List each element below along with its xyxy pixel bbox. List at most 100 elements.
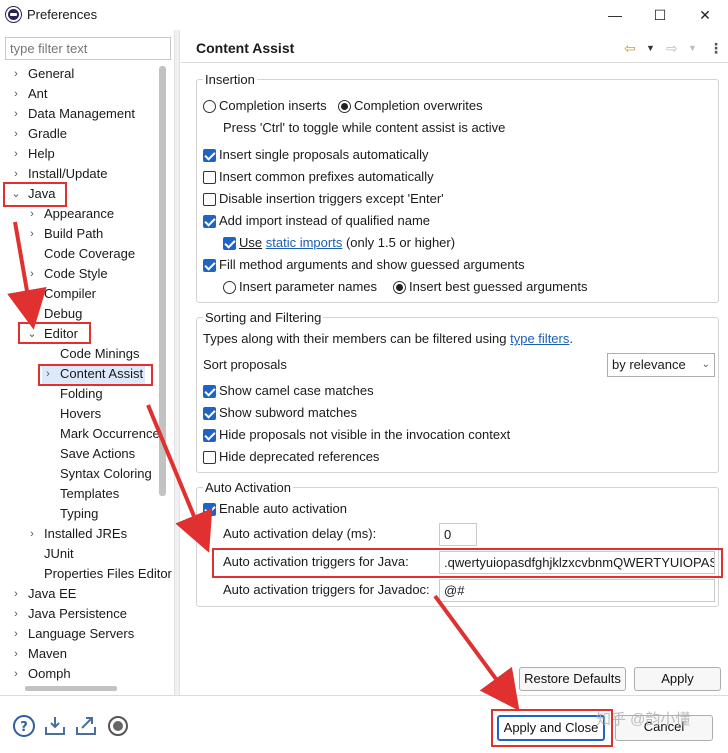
tree-item[interactable]: Syntax Coloring [42,464,154,484]
eclipse-app-icon [6,7,21,22]
back-dropdown-icon[interactable]: ▼ [646,38,655,58]
collapsed-chevron-icon[interactable]: › [10,64,22,84]
expanded-chevron-icon[interactable]: ⌄ [10,184,22,204]
tree-item[interactable]: Code Coverage [26,244,137,264]
use-static-imports-checkbox[interactable] [223,237,236,250]
tree-item[interactable]: › Oomph [10,664,73,681]
insert-best-guessed-radio[interactable] [393,281,406,294]
collapsed-chevron-icon[interactable]: › [10,664,22,681]
show-camel-checkbox[interactable] [203,385,216,398]
collapsed-chevron-icon[interactable]: › [42,364,54,384]
collapsed-chevron-icon[interactable]: › [26,264,38,284]
completion-overwrites-radio[interactable] [338,100,351,113]
tree-vertical-scrollbar[interactable] [159,66,166,496]
collapsed-chevron-icon[interactable]: › [10,604,22,624]
tree-item[interactable]: › Build Path [26,224,105,244]
filter-input[interactable] [5,37,171,60]
tree-item[interactable]: › Data Management [10,104,137,124]
minimize-button[interactable]: — [592,3,638,27]
tree-item[interactable]: › Installed JREs [26,524,129,544]
tree-item[interactable]: › Compiler [26,284,98,304]
collapsed-chevron-icon[interactable]: › [26,284,38,304]
completion-overwrites-label: Completion overwrites [354,98,483,113]
type-filters-text: Types along with their members can be fi… [203,331,573,347]
auto-activation-group-label: Auto Activation [203,480,293,495]
javadoc-triggers-input[interactable]: @# [439,579,715,602]
collapsed-chevron-icon[interactable]: › [10,624,22,644]
collapsed-chevron-icon[interactable]: › [10,124,22,144]
tree-item[interactable]: › Debug [26,304,84,324]
tree-item[interactable]: › Maven [10,644,69,664]
collapsed-chevron-icon[interactable]: › [10,584,22,604]
tree-item[interactable]: Properties Files Editor [26,564,174,584]
export-icon[interactable] [74,714,98,738]
collapsed-chevron-icon[interactable]: › [26,224,38,244]
forward-arrow-icon[interactable]: ⇨ [666,38,678,58]
tree-item[interactable]: › Code Style [26,264,110,284]
completion-inserts-radio[interactable] [203,100,216,113]
tree-item[interactable]: Save Actions [42,444,137,464]
tree-item[interactable]: › General [10,64,76,84]
svg-text:?: ? [20,720,28,735]
apply-and-close-button[interactable]: Apply and Close [497,715,605,741]
delay-input[interactable]: 0 [439,523,477,546]
collapsed-chevron-icon[interactable]: › [10,164,22,184]
close-button[interactable]: ✕ [682,3,728,27]
tree-item[interactable]: Code Minings [42,344,142,364]
static-imports-link[interactable]: static imports [266,235,343,250]
tree-item[interactable]: ⌄ Java [10,184,57,204]
tree-item-label: Content Assist [60,366,144,381]
add-import-checkbox[interactable] [203,215,216,228]
collapsed-chevron-icon[interactable]: › [26,304,38,324]
preference-tree: › General › Ant › Data Management › Gradle › Help… [0,64,174,681]
help-icon[interactable]: ? [12,714,36,738]
sort-proposals-select[interactable]: by relevance ⌄ [607,353,715,377]
type-filters-link[interactable]: type filters [510,331,569,346]
tree-item[interactable]: Templates [42,484,121,504]
tree-item[interactable]: › Appearance [26,204,116,224]
tree-horizontal-scrollbar[interactable] [25,686,117,691]
collapsed-chevron-icon[interactable]: › [26,204,38,224]
tree-item[interactable]: Folding [42,384,105,404]
pane-splitter[interactable] [174,30,180,695]
disable-triggers-checkbox[interactable] [203,193,216,206]
back-arrow-icon[interactable]: ⇦ [624,38,636,58]
tree-item[interactable]: › Language Servers [10,624,136,644]
show-subword-checkbox[interactable] [203,407,216,420]
insert-param-names-radio[interactable] [223,281,236,294]
java-triggers-input[interactable]: .qwertyuiopasdfghjklzxcvbnmQWERTYUIOPASD… [439,551,715,574]
tree-item[interactable]: › Ant [10,84,50,104]
tree-item[interactable]: JUnit [26,544,76,564]
tree-item[interactable]: › Install/Update [10,164,110,184]
use-label: Use [239,235,263,250]
apply-button[interactable]: Apply [634,667,721,691]
fill-method-checkbox[interactable] [203,259,216,272]
insert-common-checkbox[interactable] [203,171,216,184]
forward-dropdown-icon[interactable]: ▼ [688,38,697,58]
restore-defaults-button[interactable]: Restore Defaults [519,667,626,691]
tree-item[interactable]: › Help [10,144,57,164]
expanded-chevron-icon[interactable]: ⌄ [26,324,38,344]
tree-item[interactable]: Hovers [42,404,103,424]
collapsed-chevron-icon[interactable]: › [10,104,22,124]
collapsed-chevron-icon[interactable]: › [10,84,22,104]
tree-item-label: Maven [28,646,68,661]
import-icon[interactable] [43,714,67,738]
more-menu-icon[interactable]: ⋮ [709,38,723,58]
maximize-button[interactable]: ☐ [637,3,683,27]
tree-item[interactable]: › Gradle [10,124,69,144]
tree-item[interactable]: › Java EE [10,584,78,604]
hide-deprecated-checkbox[interactable] [203,451,216,464]
tree-item[interactable]: › Content Assist [42,364,146,384]
collapsed-chevron-icon[interactable]: › [10,144,22,164]
tree-item[interactable]: Mark Occurrences [42,424,168,444]
insert-single-checkbox[interactable] [203,149,216,162]
tree-item[interactable]: › Java Persistence [10,604,129,624]
enable-auto-activation-checkbox[interactable] [203,503,216,516]
collapsed-chevron-icon[interactable]: › [10,644,22,664]
record-icon[interactable] [106,714,130,738]
hide-not-visible-checkbox[interactable] [203,429,216,442]
tree-item[interactable]: Typing [42,504,100,524]
tree-item[interactable]: ⌄ Editor [26,324,80,344]
collapsed-chevron-icon[interactable]: › [26,524,38,544]
